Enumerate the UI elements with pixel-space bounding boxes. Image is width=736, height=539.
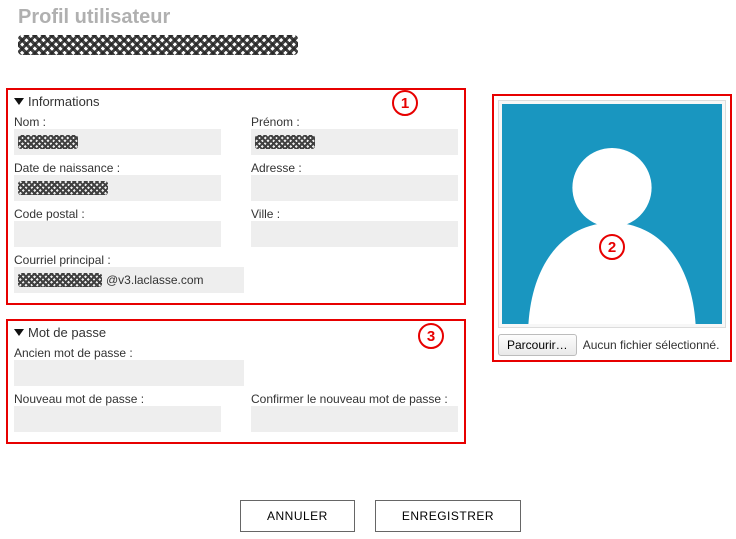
redacted-nom: [18, 135, 78, 149]
nom-label: Nom :: [14, 115, 221, 129]
annotation-3: 3: [418, 323, 444, 349]
dob-label: Date de naissance :: [14, 161, 221, 175]
cp-input[interactable]: [14, 221, 221, 247]
adresse-input[interactable]: [251, 175, 458, 201]
annotation-1: 1: [392, 90, 418, 116]
password-panel: 3 Mot de passe Ancien mot de passe : Nou…: [6, 319, 466, 444]
confirm-password-input[interactable]: [251, 406, 458, 432]
old-password-input[interactable]: [14, 360, 244, 386]
avatar-placeholder-image: 2: [502, 104, 722, 324]
redacted-email-prefix: [18, 273, 102, 287]
browse-button[interactable]: Parcourir…: [498, 334, 577, 356]
old-password-label: Ancien mot de passe :: [14, 346, 458, 360]
annotation-2: 2: [599, 234, 625, 260]
no-file-selected-text: Aucun fichier sélectionné.: [583, 338, 720, 352]
cp-label: Code postal :: [14, 207, 221, 221]
redacted-prenom: [255, 135, 315, 149]
adresse-label: Adresse :: [251, 161, 458, 175]
ville-input[interactable]: [251, 221, 458, 247]
save-button[interactable]: ENREGISTRER: [375, 500, 521, 532]
avatar-frame: 2: [498, 100, 726, 328]
prenom-label: Prénom :: [251, 115, 458, 129]
email-label: Courriel principal :: [14, 253, 458, 267]
user-display-name: [18, 31, 736, 59]
page-title: Profil utilisateur: [18, 6, 736, 29]
informations-panel: 1 Informations Nom : Prénom : D: [6, 88, 466, 305]
password-header[interactable]: Mot de passe: [14, 325, 458, 340]
avatar-panel: 2 Parcourir… Aucun fichier sélectionné.: [492, 94, 732, 362]
new-password-label: Nouveau mot de passe :: [14, 392, 221, 406]
chevron-down-icon: [14, 329, 24, 336]
redacted-dob: [18, 181, 108, 195]
redacted-user-name: [18, 35, 298, 55]
new-password-input[interactable]: [14, 406, 221, 432]
ville-label: Ville :: [251, 207, 458, 221]
password-header-label: Mot de passe: [28, 325, 106, 340]
chevron-down-icon: [14, 98, 24, 105]
cancel-button[interactable]: ANNULER: [240, 500, 355, 532]
confirm-password-label: Confirmer le nouveau mot de passe :: [251, 392, 458, 406]
informations-header-label: Informations: [28, 94, 100, 109]
